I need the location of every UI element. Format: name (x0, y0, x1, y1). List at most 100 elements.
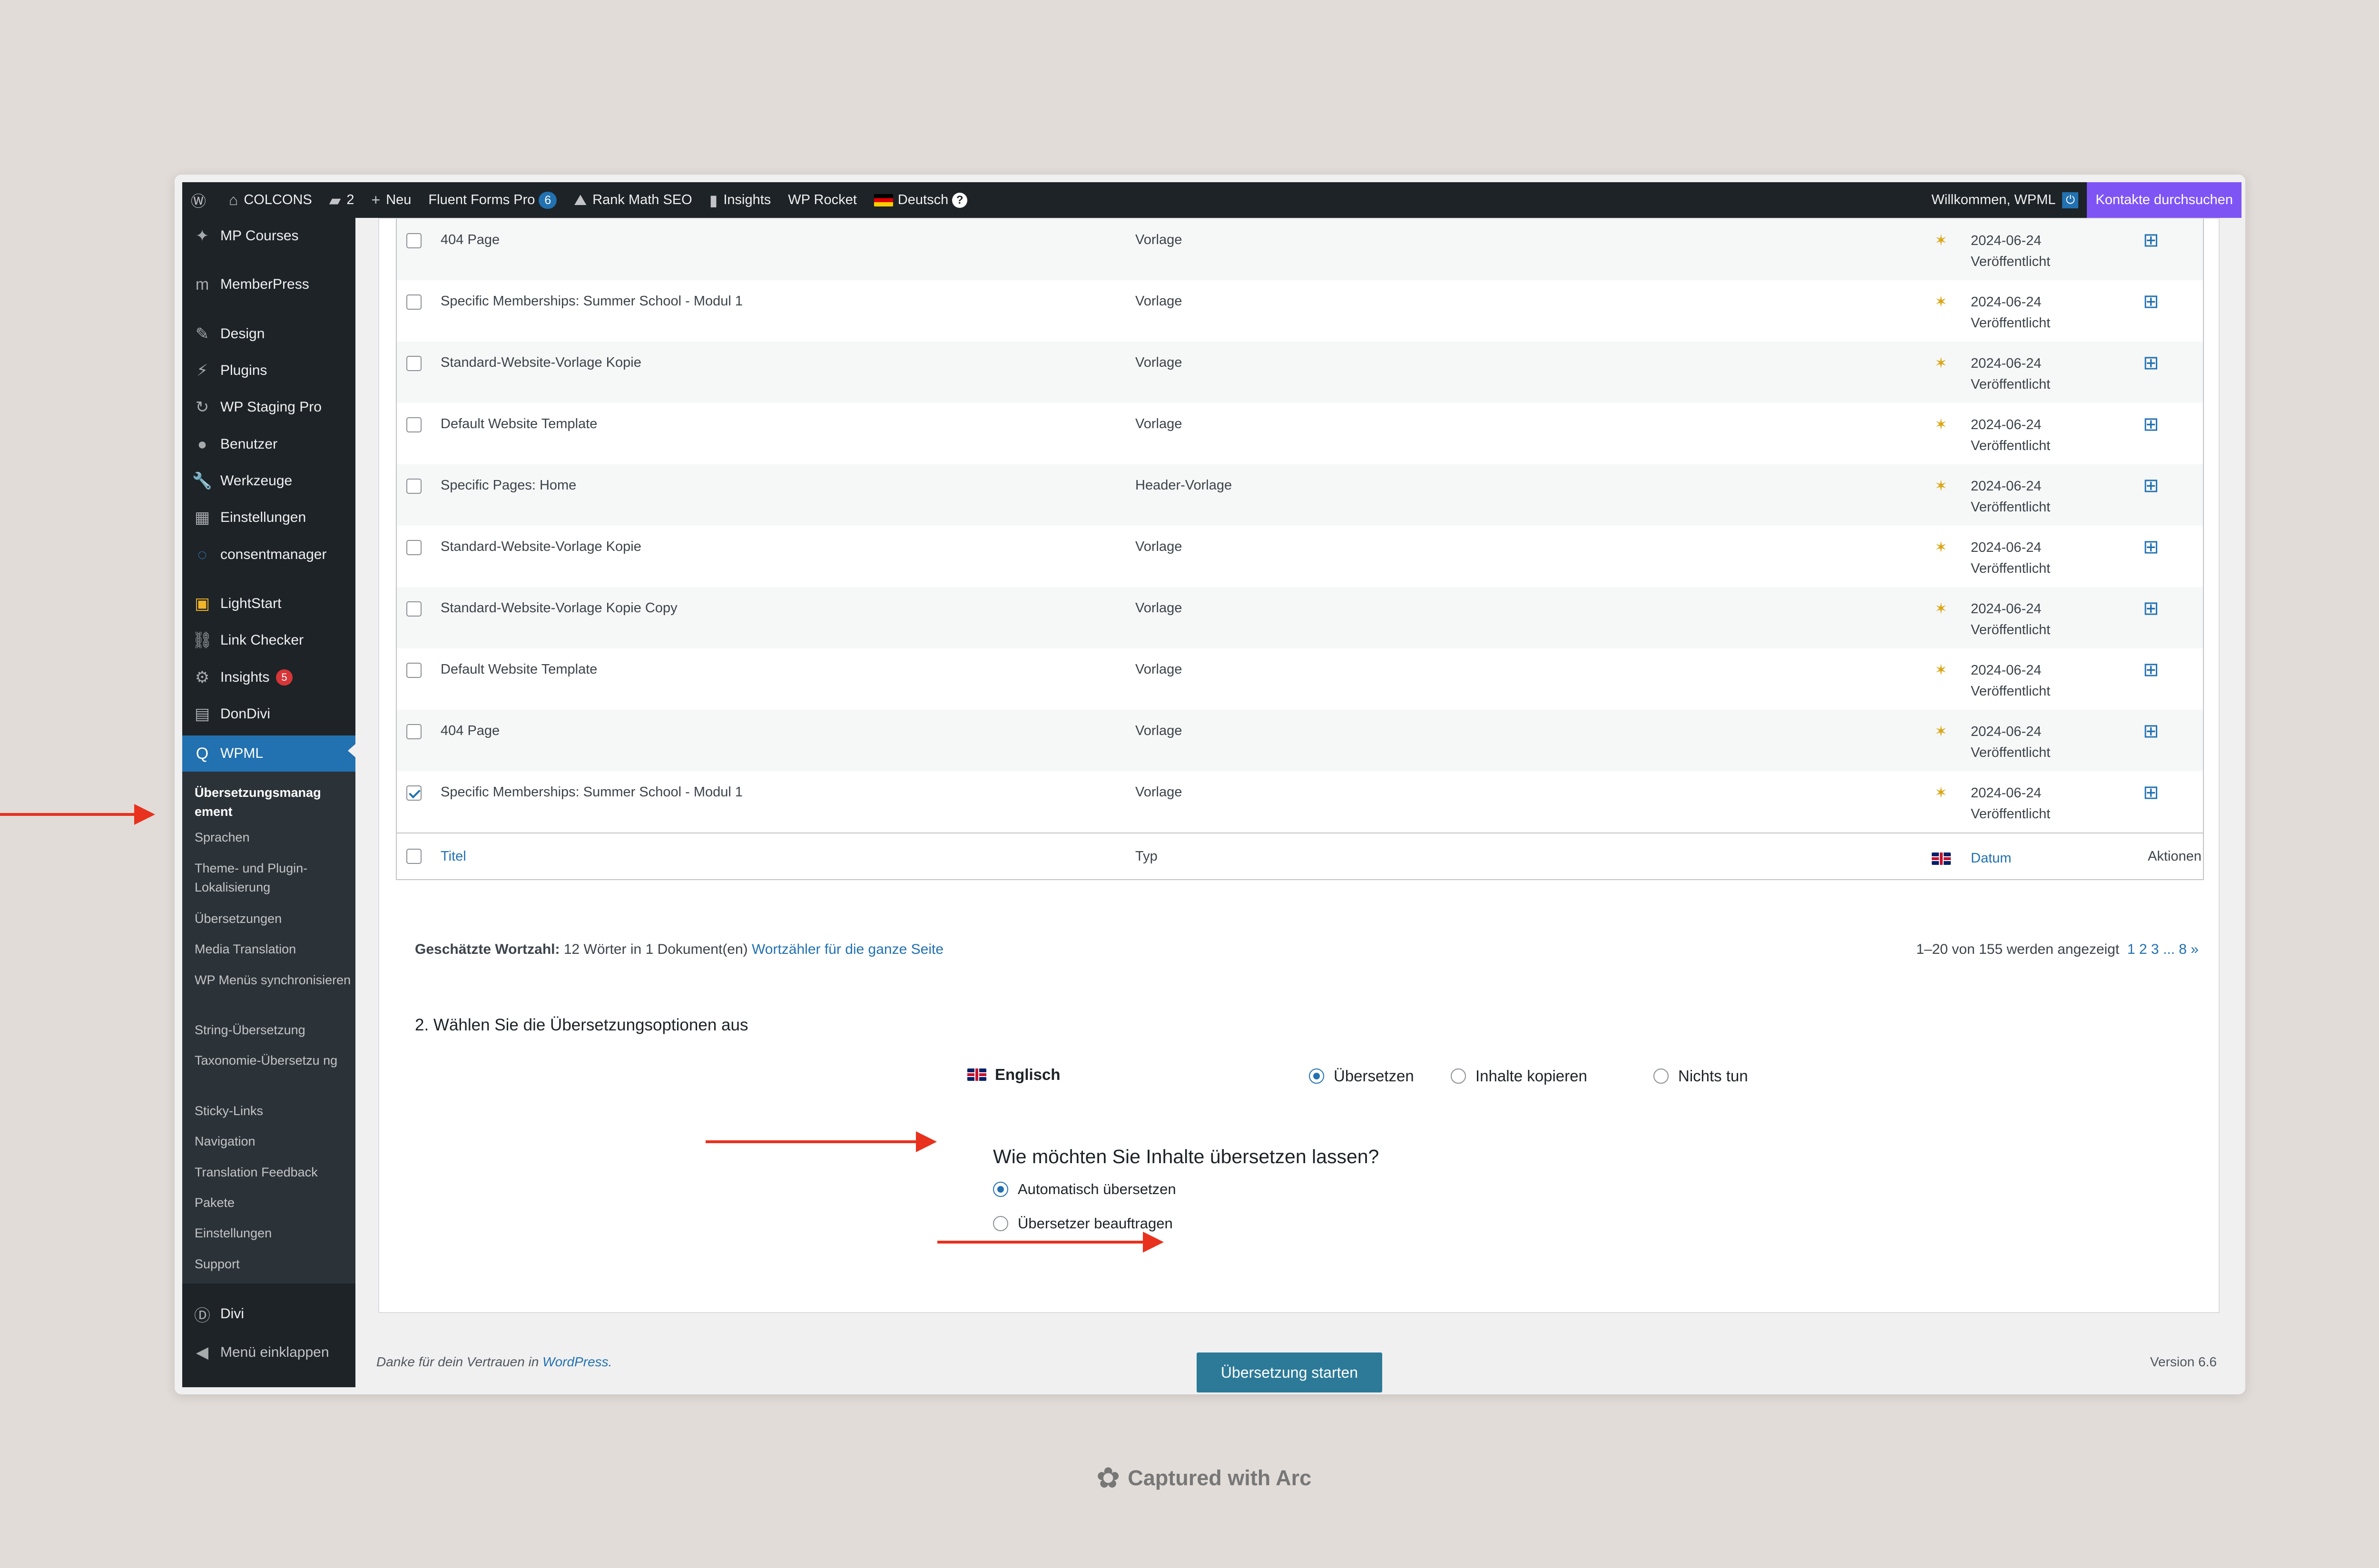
row-checkbox[interactable] (406, 663, 422, 678)
collapse-icon: ◀ (196, 1343, 209, 1362)
contacts-search-button[interactable]: Kontakte durchsuchen (2087, 182, 2241, 218)
date-column-header[interactable]: Datum (1971, 848, 2011, 869)
submenu-translations[interactable]: Übersetzungen (195, 909, 352, 928)
submenu-theme-plugin-localization[interactable]: Theme- und Plugin-Lokalisierung (195, 859, 352, 897)
row-title: Standard-Website-Vorlage Kopie Copy (441, 600, 678, 616)
add-translation-icon[interactable]: ⊞ (2143, 659, 2159, 681)
translate-radio[interactable] (1309, 1068, 1324, 1084)
sidebar-item-tools[interactable]: 🔧 Werkzeuge (182, 466, 355, 496)
sidebar-item-consentmanager[interactable]: ◌ consentmanager (182, 539, 355, 570)
row-title: Standard-Website-Vorlage Kopie (441, 355, 641, 370)
row-type: Vorlage (1135, 600, 1182, 616)
submenu-media-translation[interactable]: Media Translation (195, 940, 352, 959)
browser-window: Ⓦ ⌂ COLCONS ▰ 2 + Neu Fluent Forms Pro 6 ⛰ Ra… (175, 175, 2245, 1394)
option-do-nothing[interactable]: Nichts tun (1653, 1067, 1748, 1085)
site-name-link[interactable]: ⌂ COLCONS (220, 182, 321, 218)
sidebar-item-link-checker[interactable]: ⛓ Link Checker (182, 625, 355, 656)
language-switcher[interactable]: Deutsch? (865, 182, 976, 218)
add-translation-icon[interactable]: ⊞ (2143, 413, 2159, 435)
account-link[interactable]: Willkommen, WPML ⏻ (1923, 182, 2087, 218)
add-translation-icon[interactable]: ⊞ (2143, 352, 2159, 374)
do-nothing-radio[interactable] (1653, 1068, 1669, 1084)
new-content-link[interactable]: + Neu (363, 182, 420, 218)
row-checkbox[interactable] (406, 479, 422, 494)
row-checkbox[interactable] (406, 233, 422, 248)
submenu-support[interactable]: Support (195, 1254, 352, 1274)
table-row: 404 Page Vorlage ✶ 2024-06-24 Veröffentlicht… (397, 710, 2203, 771)
submenu-wp-menus-sync[interactable]: WP Menüs synchronisieren (195, 970, 352, 990)
submenu-sticky-links[interactable]: Sticky-Links (195, 1101, 352, 1120)
pagination-links[interactable]: 1 2 3 ... 8 » (2127, 941, 2199, 957)
fluent-forms-link[interactable]: Fluent Forms Pro 6 (420, 182, 565, 218)
footer-thanks: Danke für dein Vertrauen in WordPress. (376, 1354, 612, 1369)
submenu-translation-management[interactable]: Übersetzungsmanag ement (195, 783, 352, 821)
rank-math-link[interactable]: ⛰ Rank Math SEO (565, 182, 700, 218)
submenu-translation-feedback[interactable]: Translation Feedback (195, 1163, 352, 1182)
row-checkbox[interactable] (406, 356, 422, 371)
user-icon: ● (197, 435, 207, 453)
row-checkbox[interactable] (406, 540, 422, 555)
submenu-taxonomy-translation[interactable]: Taxonomie-Übersetzu ng (195, 1051, 352, 1070)
sidebar-item-lightstart[interactable]: ▣ LightStart (182, 588, 355, 619)
insights-link[interactable]: ▮ Insights (701, 182, 780, 218)
add-translation-icon[interactable]: ⊞ (2143, 782, 2159, 804)
row-date: 2024-06-24 Veröffentlicht (1971, 233, 2051, 269)
sidebar-item-settings[interactable]: ▦ Einstellungen (182, 502, 355, 533)
translation-status-icon: ✶ (1935, 477, 1947, 494)
brush-icon: ✎ (195, 325, 209, 343)
sidebar-item-dondivi[interactable]: ▤ DonDivi (182, 699, 355, 729)
wordpress-link[interactable]: WordPress. (542, 1354, 612, 1369)
option-copy-content[interactable]: Inhalte kopieren (1451, 1067, 1587, 1085)
hire-translator-radio[interactable] (993, 1216, 1008, 1231)
row-checkbox[interactable] (406, 724, 422, 739)
row-checkbox[interactable] (406, 294, 422, 310)
add-translation-icon[interactable]: ⊞ (2143, 598, 2159, 619)
add-translation-icon[interactable]: ⊞ (2143, 475, 2159, 497)
select-all-checkbox[interactable] (406, 849, 422, 864)
wrench-icon: 🔧 (192, 472, 213, 490)
add-translation-icon[interactable]: ⊞ (2143, 536, 2159, 558)
row-date: 2024-06-24 Veröffentlicht (1971, 663, 2051, 699)
table-row: Standard-Website-Vorlage Kopie Copy Vorla… (397, 587, 2203, 648)
submenu-string-translation[interactable]: String-Übersetzung (195, 1020, 352, 1039)
sidebar-item-wpml[interactable]: Q WPML (182, 735, 355, 772)
row-checkbox[interactable] (406, 785, 422, 801)
add-translation-icon[interactable]: ⊞ (2143, 291, 2159, 313)
submenu-packages[interactable]: Pakete (195, 1193, 352, 1212)
sidebar-item-users[interactable]: ● Benutzer (182, 429, 355, 460)
sidebar-item-mp-courses[interactable]: ✦ MP Courses (182, 221, 355, 251)
row-checkbox[interactable] (406, 601, 422, 617)
submenu-languages[interactable]: Sprachen (195, 828, 352, 847)
title-column-header[interactable]: Titel (441, 849, 466, 864)
row-title: Specific Memberships: Summer School - Mo… (441, 784, 743, 800)
sidebar-item-insights[interactable]: ⚙ Insights 5 (182, 662, 355, 693)
comment-icon: ▰ (329, 191, 341, 209)
submenu-navigation[interactable]: Navigation (195, 1132, 352, 1151)
submenu-settings[interactable]: Einstellungen (195, 1224, 352, 1243)
add-translation-icon[interactable]: ⊞ (2143, 229, 2159, 251)
collapse-menu-button[interactable]: ◀ Menü einklappen (182, 1337, 355, 1368)
wordpress-logo-icon[interactable]: Ⓦ (182, 182, 220, 218)
sidebar-item-divi[interactable]: Ⓓ Divi (182, 1299, 355, 1329)
option-auto-translate[interactable]: Automatisch übersetzen (993, 1181, 1176, 1198)
option-hire-translator[interactable]: Übersetzer beauftragen (993, 1215, 1173, 1232)
active-indicator (348, 744, 355, 757)
option-translate[interactable]: Übersetzen (1309, 1067, 1414, 1085)
sidebar-item-memberpress[interactable]: m MemberPress (182, 269, 355, 300)
actions-column-header: Aktionen (2148, 849, 2202, 864)
sidebar-item-design[interactable]: ✎ Design (182, 319, 355, 349)
type-column-header: Typ (1135, 849, 1158, 864)
comments-link[interactable]: ▰ 2 (321, 182, 363, 218)
add-translation-icon[interactable]: ⊞ (2143, 720, 2159, 742)
wp-rocket-link[interactable]: WP Rocket (779, 182, 865, 218)
sidebar-item-wp-staging[interactable]: ↻ WP Staging Pro (182, 392, 355, 422)
copy-content-radio[interactable] (1451, 1068, 1466, 1084)
table-row: Standard-Website-Vorlage Kopie Vorlage ✶ 20… (397, 342, 2203, 403)
word-count-link[interactable]: Wortzähler für die ganze Seite (752, 941, 944, 957)
sidebar-item-plugins[interactable]: ⚡ Plugins (182, 355, 355, 386)
row-checkbox[interactable] (406, 417, 422, 432)
start-translation-button[interactable]: Übersetzung starten (1197, 1352, 1382, 1392)
power-icon: ⏻ (2062, 192, 2079, 208)
auto-translate-radio[interactable] (993, 1182, 1008, 1197)
options-heading: 2. Wählen Sie die Übersetzungsoptionen a… (415, 1016, 748, 1034)
